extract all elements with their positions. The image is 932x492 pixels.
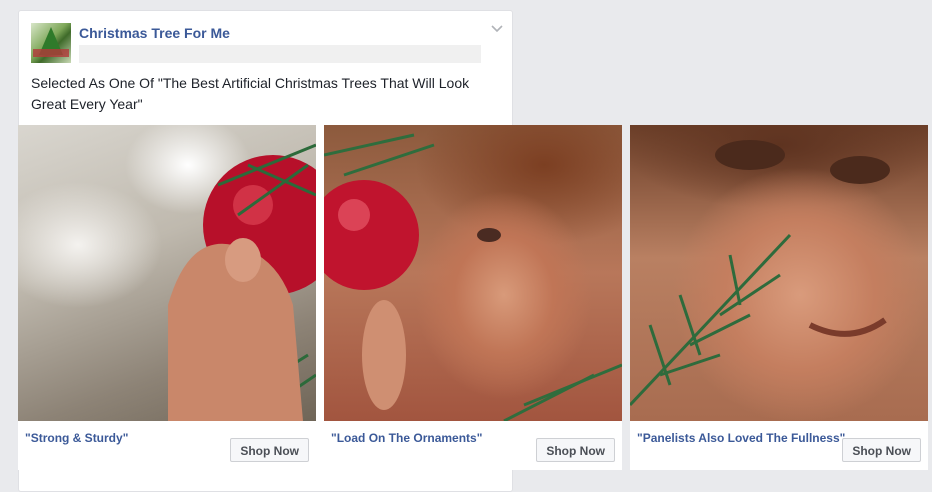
chevron-down-icon[interactable] (489, 21, 505, 37)
shop-now-button[interactable]: Shop Now (536, 438, 615, 462)
carousel-card[interactable]: "Load On The Ornaments" Shop Now (324, 125, 622, 470)
page-avatar[interactable] (31, 23, 71, 63)
shop-now-button[interactable]: Shop Now (230, 438, 309, 462)
logo-wordmark (33, 49, 69, 57)
carousel-image-child-ornament[interactable] (324, 125, 622, 421)
carousel-card[interactable]: "Panelists Also Loved The Fullness" Shop… (630, 125, 928, 470)
carousel-caption[interactable]: "Panelists Also Loved The Fullness" (637, 431, 847, 445)
carousel-caption[interactable]: "Load On The Ornaments" (331, 431, 541, 445)
carousel-card[interactable]: "Strong & Sturdy" Shop Now (18, 125, 316, 470)
shop-now-button[interactable]: Shop Now (842, 438, 921, 462)
carousel: "Strong & Sturdy" Shop Now "Load On The … (18, 125, 932, 470)
page-name-link[interactable]: Christmas Tree For Me (79, 25, 230, 41)
carousel-caption[interactable]: "Strong & Sturdy" (25, 431, 235, 445)
sponsored-subline-placeholder (79, 45, 481, 63)
carousel-image-child-branch[interactable] (630, 125, 928, 421)
post-text: Selected As One Of "The Best Artificial … (31, 75, 470, 112)
carousel-image-ornament-hand[interactable] (18, 125, 316, 421)
